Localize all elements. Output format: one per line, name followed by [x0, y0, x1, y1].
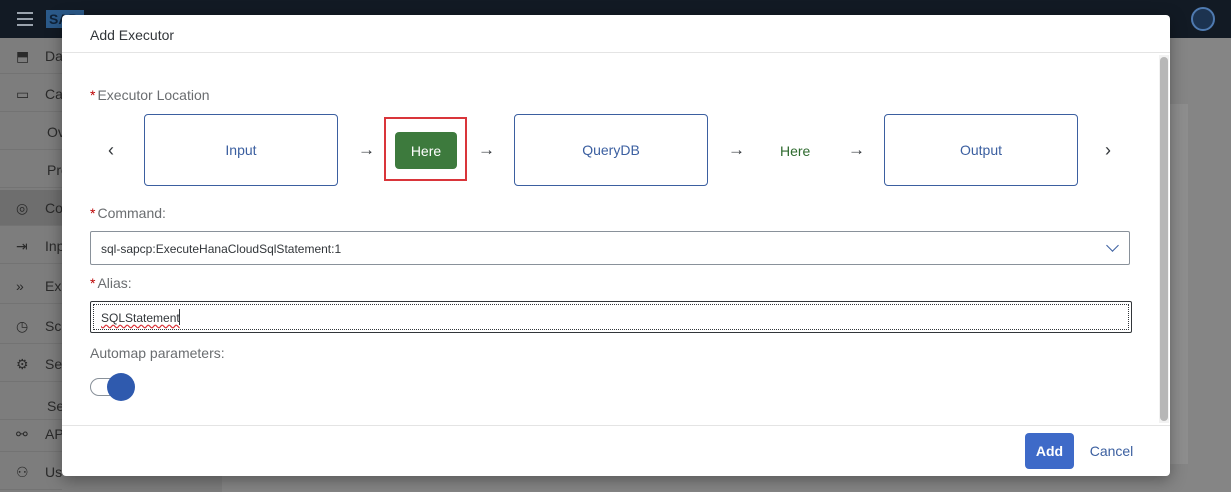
- here-button-selected[interactable]: Here: [395, 132, 457, 169]
- nav-item-processes[interactable]: Processes: [0, 152, 64, 188]
- arrow-right-icon: →: [848, 140, 865, 159]
- text-caret: [179, 309, 180, 325]
- nav-label: Users: [45, 464, 62, 480]
- command-value: sql-sapcp:ExecuteHanaCloudSqlStatement:1: [101, 242, 342, 256]
- commands-icon: ◎: [16, 200, 29, 216]
- alias-value: SQLStatement: [101, 311, 180, 325]
- user-avatar-icon[interactable]: [1191, 7, 1215, 31]
- toggle-knob: [107, 373, 135, 401]
- inputs-icon: ⇥: [16, 238, 28, 254]
- arrow-right-icon: →: [478, 140, 495, 159]
- executors-icon: »: [16, 278, 24, 294]
- nav-item-schedules[interactable]: ◷ Schedules: [0, 308, 62, 344]
- nav-item-catalog[interactable]: ▭ Catalog: [0, 76, 62, 112]
- nav-label: Schedules: [45, 318, 62, 334]
- chevron-down-icon[interactable]: [1106, 239, 1119, 252]
- arrow-right-icon: →: [728, 140, 745, 159]
- required-marker: *: [90, 205, 96, 221]
- nav-label: API: [45, 426, 62, 442]
- nav-item-inputs[interactable]: ⇥ Inputs: [0, 228, 62, 264]
- clock-icon: ◷: [16, 318, 29, 334]
- dialog-header: Add Executor: [62, 15, 1170, 53]
- step-output[interactable]: Output: [884, 114, 1078, 186]
- step-querydb[interactable]: QueryDB: [514, 114, 708, 186]
- dialog-footer: [62, 425, 1170, 476]
- api-icon: ⚯: [16, 426, 28, 442]
- nav-item-overview[interactable]: Overview: [0, 114, 64, 150]
- nav-item-commands[interactable]: ◎ Commands: [0, 190, 62, 226]
- nav-item-service[interactable]: Service: [0, 384, 64, 420]
- here-option-link[interactable]: Here: [780, 143, 810, 159]
- dialog-title: Add Executor: [90, 27, 175, 43]
- nav-item-settings[interactable]: ⚙ Settings: [0, 346, 62, 382]
- alias-input[interactable]: SQLStatement: [90, 301, 1132, 333]
- cancel-button[interactable]: Cancel: [1083, 433, 1140, 469]
- automap-label: Automap parameters:: [90, 345, 225, 361]
- catalog-icon: ▭: [16, 86, 30, 102]
- nav-label: Inputs: [45, 238, 62, 254]
- nav-item-executors[interactable]: » Executors: [0, 268, 62, 304]
- step-input[interactable]: Input: [144, 114, 338, 186]
- dialog-scrollbar[interactable]: [1159, 55, 1169, 423]
- nav-item-api[interactable]: ⚯ API: [0, 416, 62, 452]
- scrollbar-thumb[interactable]: [1160, 57, 1168, 421]
- add-executor-dialog: Add Executor * Executor Location ‹ Input …: [62, 15, 1170, 476]
- nav-item-dashboard[interactable]: ⬒ Dashboard: [0, 38, 62, 74]
- nav-label: Commands: [45, 200, 62, 216]
- automap-toggle[interactable]: [90, 373, 136, 401]
- required-marker: *: [90, 275, 96, 291]
- required-marker: *: [90, 87, 96, 103]
- chevron-right-icon[interactable]: ›: [1105, 141, 1111, 159]
- command-select[interactable]: sql-sapcp:ExecuteHanaCloudSqlStatement:1: [90, 231, 1130, 265]
- dashboard-icon: ⬒: [16, 48, 30, 64]
- nav-label: Settings: [45, 356, 62, 372]
- nav-item-users[interactable]: ⚇ Users: [0, 454, 62, 490]
- menu-icon[interactable]: [17, 12, 33, 26]
- nav-label: Executors: [45, 278, 62, 294]
- alias-label: * Alias:: [90, 275, 132, 291]
- command-label: * Command:: [90, 205, 166, 221]
- nav-label: Dashboard: [45, 48, 62, 64]
- gear-icon: ⚙: [16, 356, 29, 372]
- user-icon: ⚇: [16, 464, 29, 480]
- add-button[interactable]: Add: [1025, 433, 1074, 469]
- nav-label: Catalog: [45, 86, 62, 102]
- arrow-right-icon: →: [358, 140, 375, 159]
- chevron-left-icon[interactable]: ‹: [108, 141, 114, 159]
- executor-location-label: * Executor Location: [90, 87, 210, 103]
